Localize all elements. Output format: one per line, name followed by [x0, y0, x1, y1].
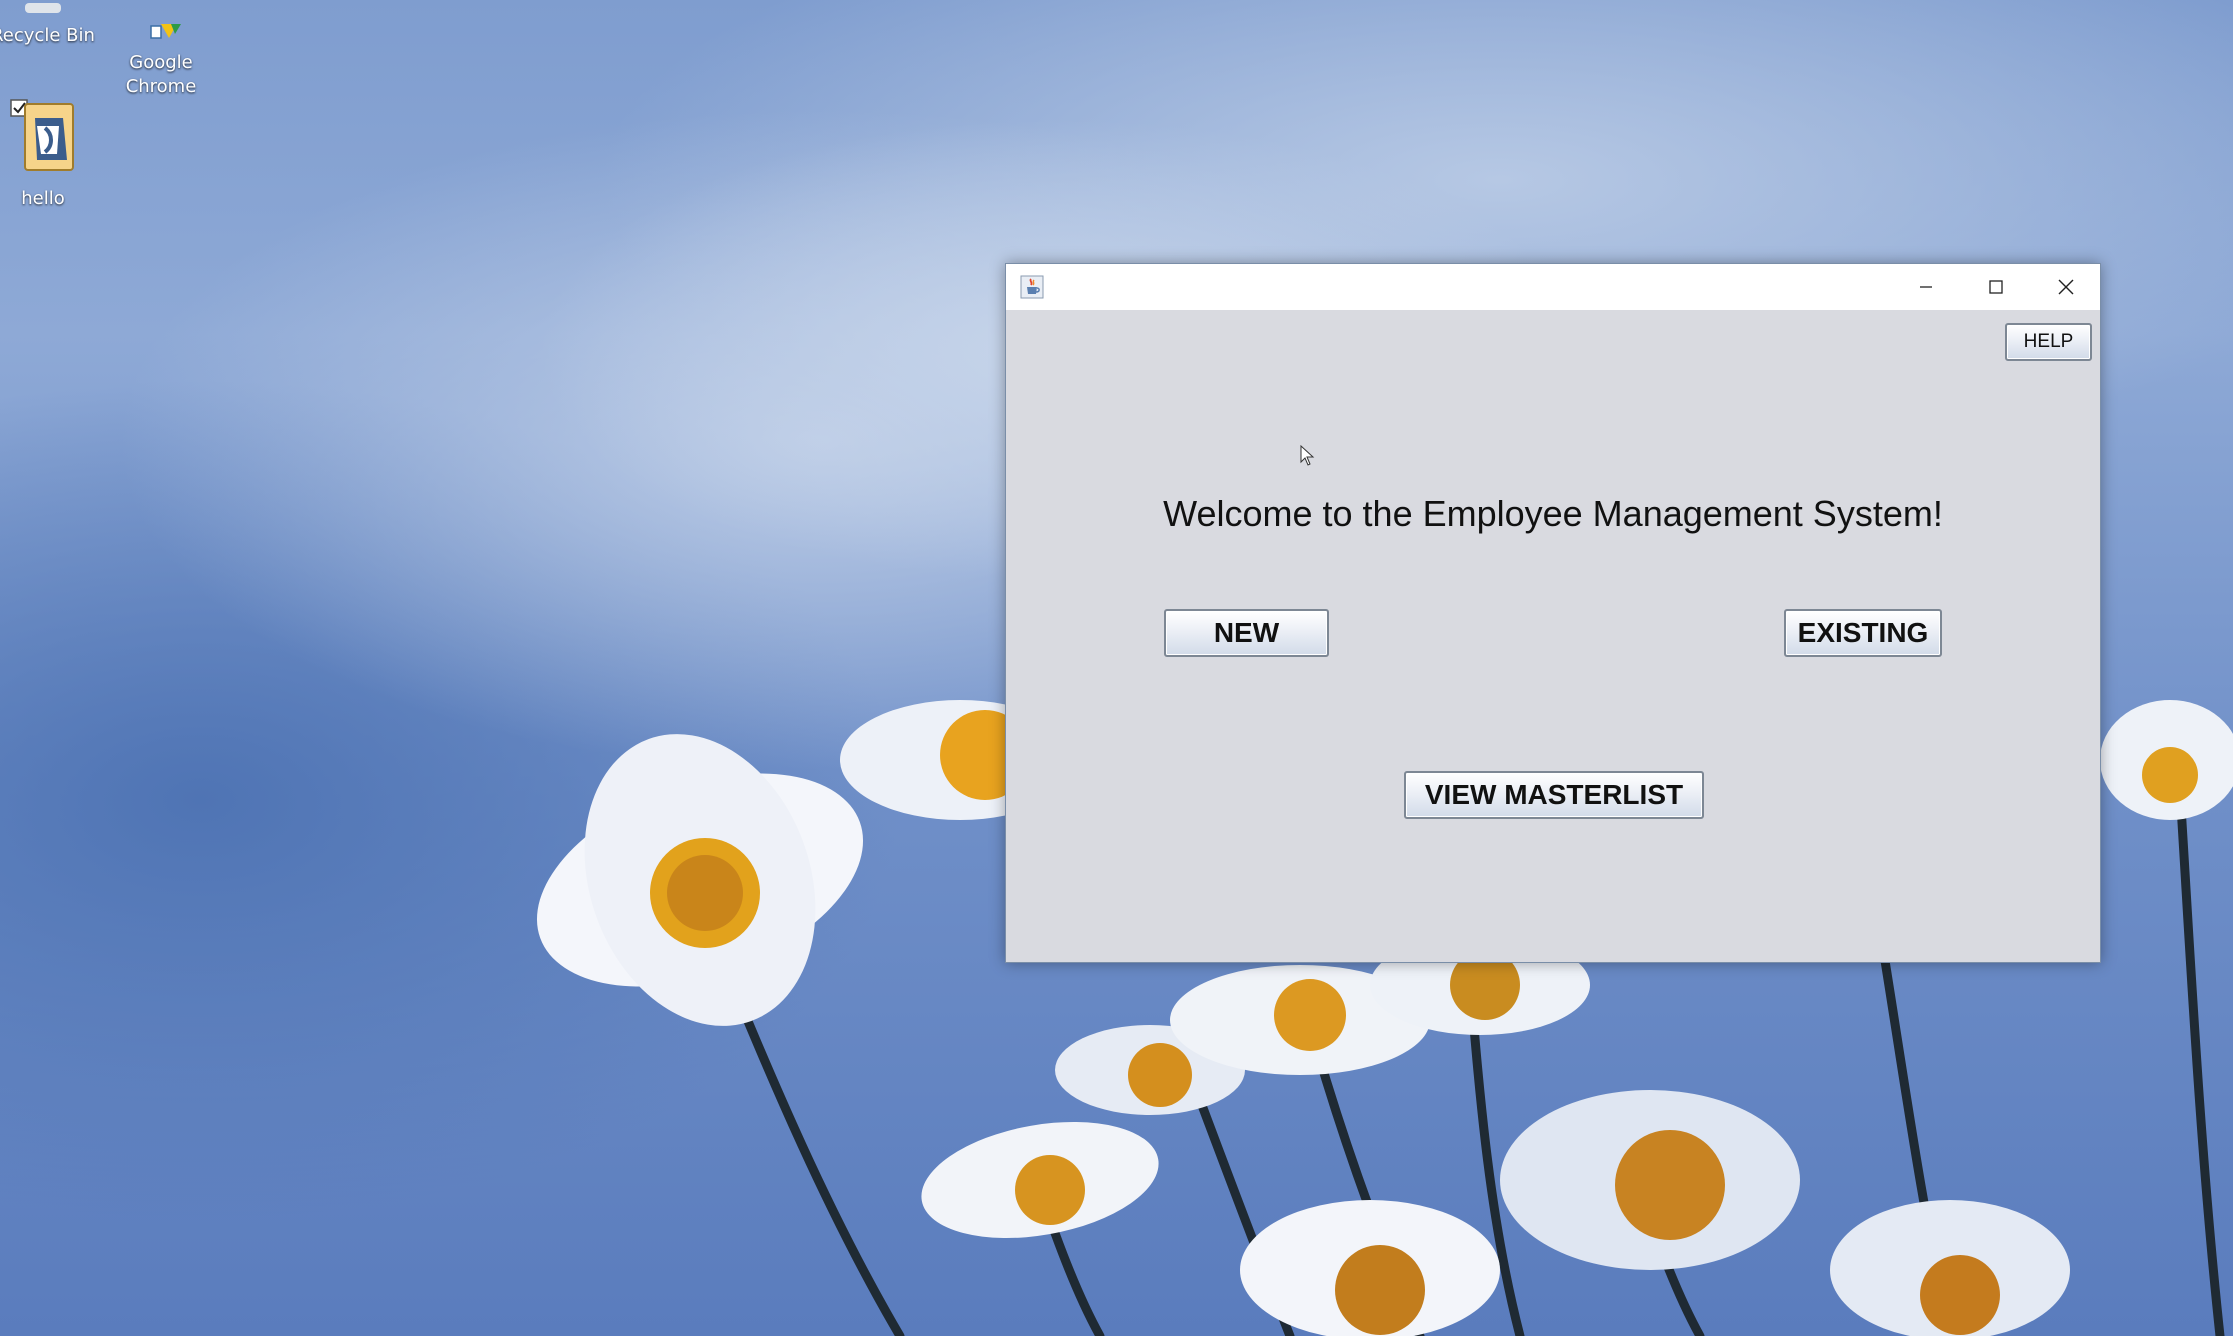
welcome-heading: Welcome to the Employee Management Syste… [1163, 493, 1943, 534]
maximize-icon [1989, 280, 2003, 294]
google-chrome-label: Google Chrome [125, 52, 197, 97]
minimize-button[interactable] [1891, 264, 1961, 310]
window-title-bar[interactable] [1006, 264, 2100, 310]
google-chrome-shortcut[interactable]: Google Chrome [106, 0, 216, 123]
new-employee-button[interactable]: NEW [1164, 609, 1329, 657]
existing-employee-button[interactable]: EXISTING [1784, 609, 1942, 657]
close-icon [2058, 279, 2074, 295]
recycle-bin-label: Recycle Bin [0, 25, 95, 46]
hello-shortcut[interactable]: hello [0, 98, 98, 211]
java-cup-icon [1020, 275, 1044, 299]
close-button[interactable] [2031, 264, 2101, 310]
document-shortcut-icon [10, 99, 74, 171]
employee-management-window: HELP Welcome to the Employee Management … [1005, 263, 2101, 963]
minimize-icon [1920, 286, 1932, 288]
chrome-icon [150, 24, 181, 39]
desktop-background: Recycle Bin Google Chrome hello HELP Wel… [0, 0, 2233, 1336]
recycle-bin-icon [25, 3, 61, 13]
recycle-bin-shortcut[interactable]: Recycle Bin [0, 0, 98, 48]
hello-label: hello [21, 188, 65, 209]
help-button[interactable]: HELP [2005, 323, 2092, 361]
maximize-button[interactable] [1961, 264, 2031, 310]
view-masterlist-button[interactable]: VIEW MASTERLIST [1404, 771, 1704, 819]
mouse-pointer-icon [1300, 445, 1315, 466]
